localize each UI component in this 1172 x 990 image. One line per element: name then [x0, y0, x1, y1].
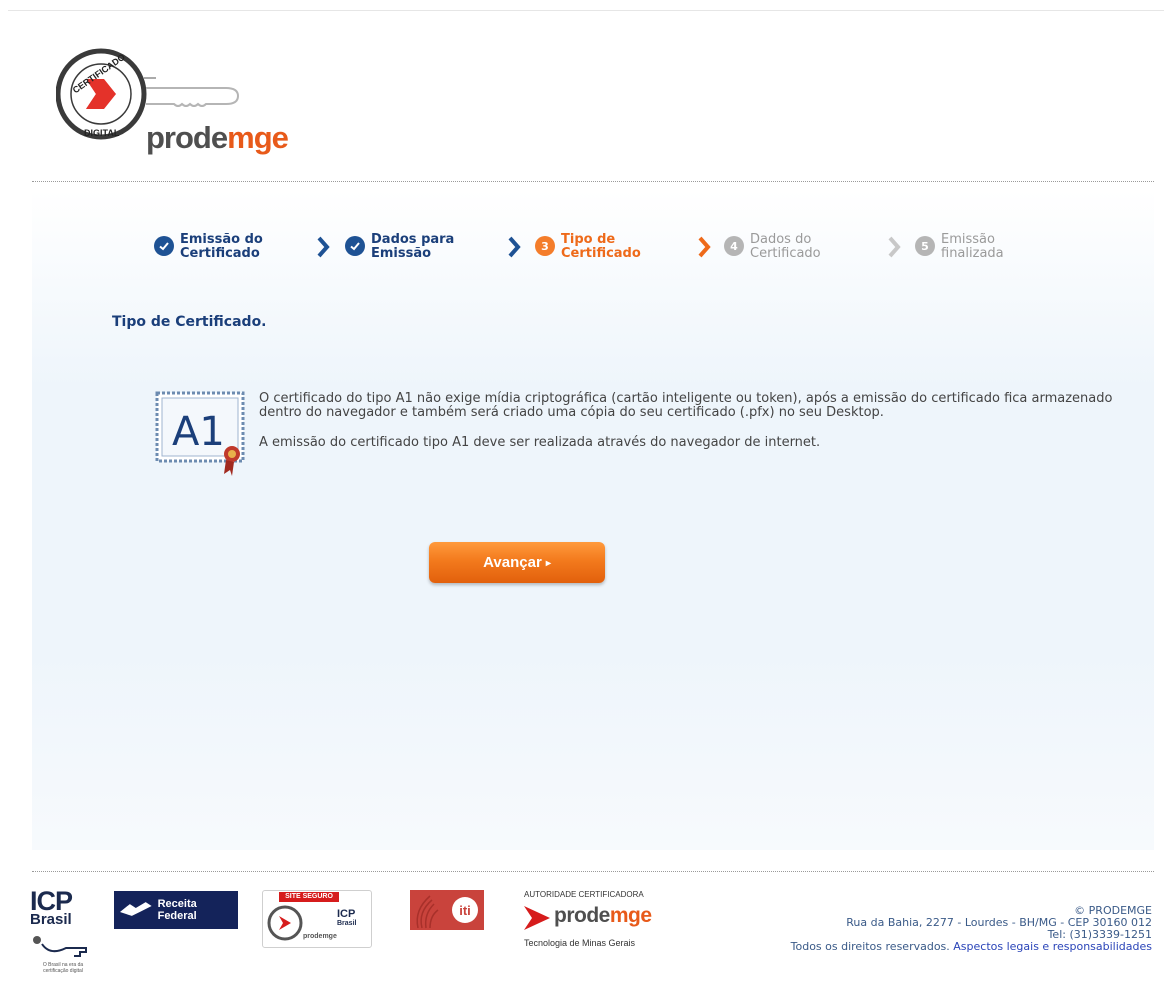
chevron-right-icon	[698, 236, 711, 258]
key-icon	[33, 936, 87, 957]
top-border	[8, 10, 1164, 11]
footer-info: © PRODEMGE Rua da Bahia, 2277 - Lourdes …	[791, 905, 1152, 953]
receita-federal-emblem-icon	[119, 902, 152, 916]
step-number-badge: 5	[915, 236, 935, 256]
icp-brasil-logo[interactable]: ICP Brasil O Brasil na era da certificaç…	[30, 888, 96, 976]
step-emissao-finalizada: 5 Emissão finalizada	[915, 233, 1004, 267]
step-dados-emissao: Dados para Emissão	[345, 233, 454, 267]
autoridade-certificadora-logo[interactable]: AUTORIDADE CERTIFICADORA prodemge Tecnol…	[524, 890, 674, 956]
certificate-description: O certificado do tipo A1 não exige mídia…	[259, 392, 1139, 466]
receita-federal-logo[interactable]: Receita Federal	[114, 891, 238, 929]
step-number-badge: 3	[535, 236, 555, 256]
site-seguro-icp: ICP Brasil	[337, 908, 357, 928]
step-emissao-certificado: Emissão do Certificado	[154, 233, 263, 267]
page-title: Tipo de Certificado.	[112, 314, 267, 330]
brand-name: prodemge	[146, 120, 289, 155]
key-shaft-icon	[146, 87, 240, 107]
fingerprint-icon	[416, 895, 439, 929]
rights-text: Todos os direitos reservados.	[790, 940, 950, 953]
site-seguro-brand: prodemge	[303, 933, 337, 940]
certificate-a1-icon: A1	[155, 391, 245, 476]
chevron-right-icon	[888, 236, 901, 258]
site-seguro-badge[interactable]: SITE SEGURO ICP Brasil prodemge	[262, 890, 372, 948]
certificado-seal-icon	[267, 905, 303, 941]
footer-divider	[32, 871, 1154, 872]
check-icon	[345, 236, 365, 256]
step-label: Dados para Emissão	[371, 232, 455, 261]
iti-logo[interactable]: iti	[410, 890, 484, 930]
description-paragraph: O certificado do tipo A1 não exige mídia…	[259, 391, 1113, 420]
step-label: Emissão finalizada	[941, 232, 1004, 261]
step-tipo-certificado: 3 Tipo de Certificado	[535, 233, 641, 267]
step-number-badge: 4	[724, 236, 744, 256]
step-label: Dados do Certificado	[750, 232, 821, 261]
chevron-right-icon	[508, 236, 521, 258]
check-icon	[154, 236, 174, 256]
description-paragraph: A emissão do certificado tipo A1 deve se…	[259, 435, 821, 450]
seal-text-bottom: DIGITAL	[84, 128, 120, 138]
legal-link[interactable]: Aspectos legais e responsabilidades	[953, 940, 1152, 953]
step-label: Tipo de Certificado	[561, 232, 641, 261]
certificado-digital-seal-icon: CERTIFICADO DIGITAL	[56, 48, 156, 140]
prodemge-arrow-icon	[524, 906, 550, 930]
step-label: Emissão do Certificado	[180, 232, 263, 261]
prodemge-logo[interactable]: CERTIFICADO DIGITAL prodemge	[56, 44, 316, 174]
header-divider	[32, 181, 1154, 182]
play-arrow-icon: ▸	[545, 558, 551, 569]
avancar-button[interactable]: Avançar ▸	[429, 542, 605, 583]
step-dados-certificado: 4 Dados do Certificado	[724, 233, 821, 267]
chevron-right-icon	[317, 236, 330, 258]
certificate-type-label: A1	[172, 409, 225, 455]
main-content	[32, 190, 1154, 850]
